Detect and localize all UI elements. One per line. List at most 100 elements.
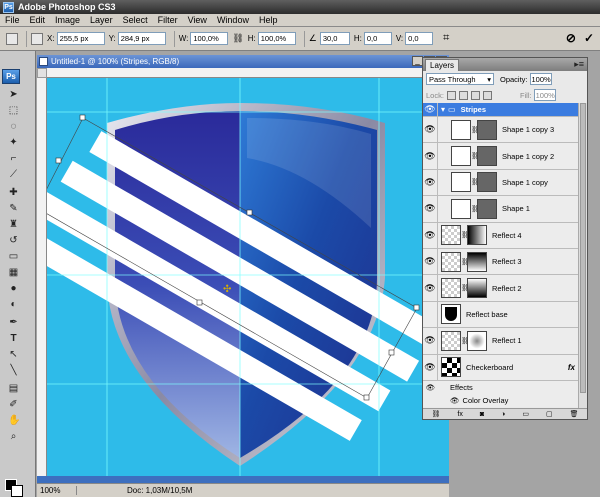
eye-icon[interactable]: 👁 xyxy=(423,275,438,301)
lock-transparency-icon[interactable] xyxy=(446,90,456,100)
move-tool-icon[interactable]: ➤ xyxy=(8,89,19,100)
menu-edit[interactable]: Edit xyxy=(25,15,51,25)
layer-row-reflect-2[interactable]: 👁 ⛓ Reflect 2 xyxy=(423,275,579,302)
lock-pixels-icon[interactable] xyxy=(458,90,468,100)
blur-tool-icon[interactable]: ● xyxy=(8,283,19,294)
layer-row-shape-1-copy-3[interactable]: 👁 ⛓ Shape 1 copy 3 xyxy=(423,117,579,144)
menu-select[interactable]: Select xyxy=(118,15,153,25)
menu-file[interactable]: File xyxy=(0,15,25,25)
layer-name: Shape 1 copy 2 xyxy=(502,151,555,161)
clone-stamp-tool-icon[interactable]: ♜ xyxy=(8,219,19,230)
ruler-horizontal[interactable] xyxy=(47,68,449,78)
notes-tool-icon[interactable]: ▤ xyxy=(8,383,19,394)
add-mask-icon[interactable]: ◙ xyxy=(480,411,484,418)
link-layers-icon[interactable]: ⛓ xyxy=(432,410,441,418)
eye-icon[interactable]: 👁 xyxy=(423,103,438,116)
eye-icon[interactable]: 👁 xyxy=(423,222,438,248)
eyedropper-tool-icon[interactable]: ✐ xyxy=(8,399,19,410)
delete-layer-icon[interactable]: 🗑 xyxy=(570,410,579,418)
eye-icon[interactable]: 👁 xyxy=(423,117,438,143)
link-icon[interactable]: ⛓ xyxy=(232,33,243,44)
layers-scrollbar[interactable] xyxy=(578,103,587,410)
path-selection-tool-icon[interactable]: ↖ xyxy=(8,349,19,360)
w-input[interactable]: 100,0% xyxy=(190,32,229,45)
layer-row-shape-1-copy-2[interactable]: 👁 ⛓ Shape 1 copy 2 xyxy=(423,143,579,170)
canvas[interactable]: ✣ xyxy=(47,78,449,476)
menu-view[interactable]: View xyxy=(183,15,212,25)
background-color-swatch[interactable] xyxy=(11,485,23,497)
color-overlay-row[interactable]: 👁 Color Overlay xyxy=(423,393,579,407)
eye-icon[interactable]: 👁 xyxy=(423,143,438,169)
type-tool-icon[interactable]: T xyxy=(8,333,19,344)
eye-icon[interactable]: 👁 xyxy=(423,248,438,275)
menu-help[interactable]: Help xyxy=(254,15,283,25)
eye-icon[interactable]: 👁 xyxy=(450,396,460,405)
zoom-tool-icon[interactable]: ⌕ xyxy=(8,431,19,442)
dodge-tool-icon[interactable]: ◐ xyxy=(8,299,19,310)
h-input[interactable]: 100,0% xyxy=(257,32,296,45)
hskew-input[interactable]: 0,0 xyxy=(363,32,392,45)
magic-wand-tool-icon[interactable]: ✦ xyxy=(8,137,19,148)
layer-row-shape-1[interactable]: 👁 ⛓ Shape 1 xyxy=(423,196,579,223)
add-style-icon[interactable]: fx xyxy=(457,411,462,418)
panel-menu-icon[interactable]: ▸≡ xyxy=(574,59,584,70)
healing-brush-tool-icon[interactable]: ✚ xyxy=(8,187,19,198)
layer-row-shape-1-copy[interactable]: 👁 ⛓ Shape 1 copy xyxy=(423,169,579,197)
cancel-transform-icon[interactable]: ⊘ xyxy=(566,31,576,45)
ruler-vertical[interactable] xyxy=(37,78,47,476)
transform-actions: ⊘ ✓ xyxy=(566,31,594,45)
vskew-input[interactable]: 0,0 xyxy=(405,32,434,45)
chevron-down-icon[interactable]: ▾ xyxy=(441,105,445,114)
layer-row-reflect-1[interactable]: 👁 ⛓ Reflect 1 xyxy=(423,328,579,355)
eye-icon[interactable]: 👁 xyxy=(423,328,438,354)
hand-tool-icon[interactable]: ✋ xyxy=(8,415,20,426)
opacity-input[interactable]: 100% xyxy=(529,73,552,85)
eye-icon-hidden[interactable] xyxy=(423,301,438,328)
tools-panel: Ps ➤ ⬚ ◌ ✦ ⌐ ⟋ ✚ ✎ ♜ ↺ ▭ ▦ ● ◐ ✒ T ↖ ╲ ▤… xyxy=(0,51,36,497)
ruler-corner[interactable] xyxy=(37,68,47,78)
menu-filter[interactable]: Filter xyxy=(153,15,183,25)
menu-window[interactable]: Window xyxy=(212,15,254,25)
commit-transform-icon[interactable]: ✓ xyxy=(584,31,594,45)
new-group-icon[interactable]: ▭ xyxy=(522,410,529,418)
fill-input[interactable]: 100% xyxy=(533,89,556,101)
blend-mode-select[interactable]: Pass Through ▾ xyxy=(426,73,494,85)
scrollbar-thumb[interactable] xyxy=(580,103,586,393)
layer-row-checkerboard[interactable]: 👁 Checkerboard fx xyxy=(423,354,579,381)
gradient-tool-icon[interactable]: ▦ xyxy=(8,267,19,278)
transform-tool-icon[interactable] xyxy=(6,32,18,45)
layer-row-reflect-3[interactable]: 👁 ⛓ Reflect 3 xyxy=(423,248,579,276)
eye-icon[interactable]: 👁 xyxy=(423,383,438,392)
warp-icon[interactable]: ⌗ xyxy=(443,32,449,45)
eraser-tool-icon[interactable]: ▭ xyxy=(8,251,19,262)
zoom-level[interactable]: 100% xyxy=(37,486,77,495)
reference-point-icon[interactable] xyxy=(31,32,43,45)
slice-tool-icon[interactable]: ⟋ xyxy=(8,169,19,180)
layer-row-stripes[interactable]: 👁 ▾ ▭ Stripes xyxy=(423,103,579,117)
tab-layers[interactable]: Layers xyxy=(425,59,460,71)
layer-row-reflect-base[interactable]: Reflect base xyxy=(423,301,579,329)
history-brush-tool-icon[interactable]: ↺ xyxy=(8,235,19,246)
effects-row[interactable]: 👁 Effects xyxy=(423,380,579,394)
fx-icon[interactable]: fx xyxy=(568,363,575,372)
pen-tool-icon[interactable]: ✒ xyxy=(8,317,19,328)
line-tool-icon[interactable]: ╲ xyxy=(8,365,19,376)
eye-icon[interactable]: 👁 xyxy=(423,196,438,222)
menu-layer[interactable]: Layer xyxy=(85,15,118,25)
lock-position-icon[interactable] xyxy=(470,90,480,100)
title-bar: Ps Adobe Photoshop CS3 xyxy=(0,0,600,14)
crop-tool-icon[interactable]: ⌐ xyxy=(8,153,19,164)
layer-row-reflect-4[interactable]: 👁 ⛓ Reflect 4 xyxy=(423,222,579,249)
y-input[interactable]: 284,9 px xyxy=(117,32,166,45)
angle-input[interactable]: 30,0 xyxy=(319,32,350,45)
eye-icon[interactable]: 👁 xyxy=(423,169,438,196)
marquee-tool-icon[interactable]: ⬚ xyxy=(8,105,19,116)
eye-icon[interactable]: 👁 xyxy=(423,354,438,380)
new-layer-icon[interactable]: ▢ xyxy=(546,410,553,418)
brush-tool-icon[interactable]: ✎ xyxy=(8,203,19,214)
adjustment-layer-icon[interactable]: ◑ xyxy=(501,411,505,418)
menu-image[interactable]: Image xyxy=(50,15,85,25)
lock-all-icon[interactable] xyxy=(482,90,492,100)
lasso-tool-icon[interactable]: ◌ xyxy=(8,121,19,132)
x-input[interactable]: 255,5 px xyxy=(56,32,105,45)
